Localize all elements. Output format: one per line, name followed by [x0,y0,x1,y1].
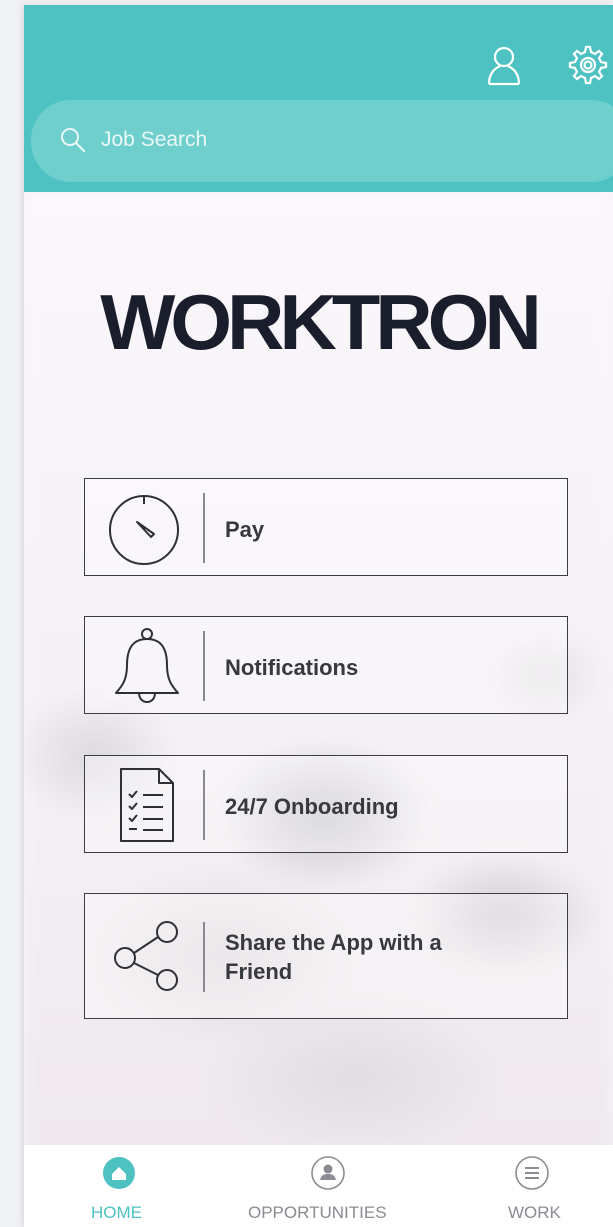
tab-opportunities[interactable]: OPPORTUNITIES [238,1145,418,1227]
search-placeholder: Job Search [101,128,208,151]
onboarding-label: 24/7 Onboarding [225,794,399,819]
tab-work[interactable]: WORK [494,1145,594,1227]
gear-icon[interactable] [564,41,612,89]
pay-label: Pay [225,517,265,542]
divider [203,631,205,701]
tab-opportunities-label: OPPORTUNITIES [248,1203,387,1222]
bell-icon [115,628,179,703]
top-header: Job Search [24,5,613,192]
person-circle-icon [311,1156,345,1190]
bottom-tab-bar: HOME OPPORTUNITIES WORK [24,1145,613,1227]
onboarding-button[interactable]: 24/7 Onboarding [84,755,568,853]
divider [203,922,205,992]
worktron-logo: WORKTRON [100,278,542,366]
checklist-document-icon [120,768,174,842]
search-icon [61,128,86,153]
share-label: Share the App with a Friend [225,930,442,984]
notifications-button[interactable]: Notifications [84,616,568,714]
home-icon [103,1157,135,1189]
tab-home-label: HOME [91,1203,142,1222]
divider [203,770,205,840]
notifications-label: Notifications [225,655,359,680]
list-circle-icon [515,1156,549,1190]
pay-button[interactable]: Pay [84,478,568,576]
share-icon [114,921,178,991]
person-outline-icon[interactable] [482,41,526,89]
app-screen: Job Search WORKTRON Pay Notifications 24… [24,5,613,1227]
tab-home[interactable]: HOME [64,1145,174,1227]
tab-work-label: WORK [508,1203,561,1222]
stopwatch-icon [109,495,179,565]
divider [203,493,205,563]
job-search-bar[interactable]: Job Search [31,100,613,182]
share-app-button[interactable]: Share the App with a Friend [84,893,568,1019]
